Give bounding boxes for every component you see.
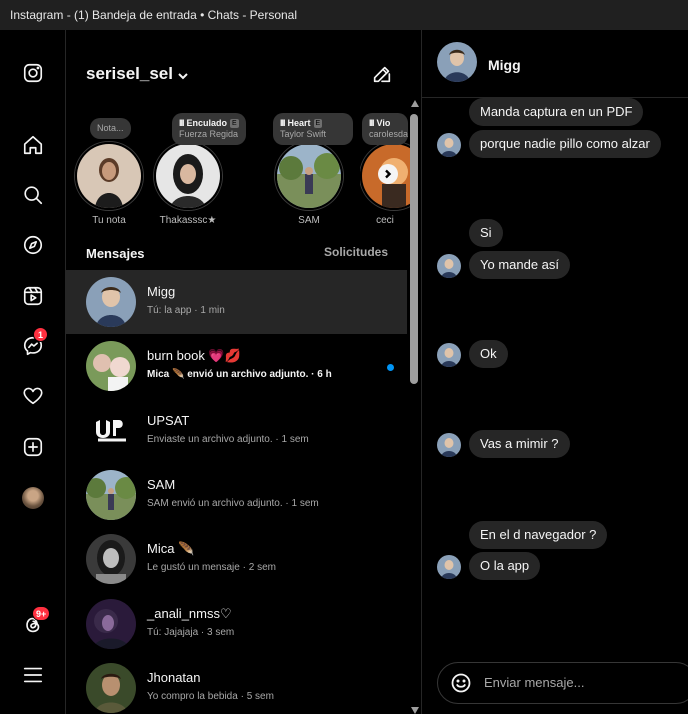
compose-icon	[373, 66, 391, 83]
menu-icon[interactable]	[20, 662, 46, 688]
conversation-preview: SAM envió un archivo adjunto. · 1 sem	[147, 498, 319, 509]
conversation-row[interactable]: burn book 💗💋 Mica 🪶 envió un archivo adj…	[66, 334, 407, 398]
messenger-badge: 1	[33, 327, 48, 342]
note-sam[interactable]: SAM	[274, 142, 344, 226]
window-title: Instagram - (1) Bandeja de entrada • Cha…	[0, 0, 688, 30]
scroll-up-arrow[interactable]	[411, 100, 419, 107]
message-bubble: Si	[469, 219, 503, 247]
message-bubble: O la app	[469, 552, 541, 580]
message-avatar	[437, 343, 461, 367]
note-song-title-2: Heart	[287, 118, 311, 128]
home-icon[interactable]	[20, 132, 46, 158]
message-composer[interactable]: Enviar mensaje...	[437, 662, 688, 704]
messages-heading: Mensajes	[86, 246, 145, 261]
avatar	[86, 663, 136, 713]
threads-badge: 9+	[32, 606, 51, 621]
conversation-name: UPSAT	[147, 413, 190, 428]
note-song-title: Enculado	[186, 118, 228, 128]
emoji-icon[interactable]	[451, 673, 471, 693]
avatar	[86, 406, 136, 456]
conversation-row[interactable]: SAM SAM envió un archivo adjunto. · 1 se…	[66, 463, 407, 527]
message-bubble: porque nadie pillo como alzar	[469, 130, 661, 158]
conversation-row[interactable]: Mica 🪶 Le gustó un mensaje · 2 sem	[66, 527, 407, 591]
heart-icon[interactable]	[20, 383, 46, 409]
avatar	[86, 277, 136, 327]
scroll-down-arrow[interactable]	[411, 707, 419, 714]
conversation-preview: Tú: Jajajaja · 3 sem	[147, 627, 235, 638]
conversation-name: SAM	[147, 477, 176, 492]
avatar	[86, 599, 136, 649]
create-icon[interactable]	[20, 434, 46, 460]
message-avatar	[437, 254, 461, 278]
notes-next-button[interactable]	[378, 164, 398, 184]
message-bubble: Manda captura en un PDF	[469, 98, 644, 126]
note-song-artist-3: carolesda	[369, 129, 408, 139]
note-thakasssc-bubble[interactable]: III Enculado E Fuerza Regida	[172, 113, 246, 145]
conversation-name: Mica 🪶	[147, 541, 195, 556]
note-ceci-name: ceci	[376, 215, 394, 226]
scroll-thumb[interactable]	[410, 114, 418, 384]
messenger-icon[interactable]: 1	[20, 327, 48, 359]
note-ceci[interactable]: ceci	[360, 142, 410, 226]
chat-panel: Migg Manda captura en un PDF porque nadi…	[422, 30, 688, 714]
note-sam-avatar	[275, 142, 343, 210]
conversation-row[interactable]: Jhonatan Yo compro la bebida · 5 sem	[66, 656, 407, 714]
conversation-row[interactable]: Migg Tú: la app · 1 min	[66, 270, 407, 334]
conversation-name: burn book 💗💋	[147, 348, 241, 363]
note-song-title-3: Vio	[376, 118, 391, 128]
conversation-row[interactable]: _anali_nmss♡ Tú: Jajajaja · 3 sem	[66, 592, 407, 656]
threads-icon[interactable]: 9+	[20, 606, 51, 638]
avatar	[86, 341, 136, 391]
note-own-bubble[interactable]: Nota...	[90, 118, 131, 139]
note-sam-name: SAM	[298, 215, 320, 226]
instagram-logo-icon[interactable]	[20, 60, 46, 86]
note-song-artist-2: Taylor Swift	[280, 129, 327, 139]
reels-icon[interactable]	[20, 283, 46, 309]
nav-rail: 1 9+	[0, 30, 66, 714]
note-thakasssc-name: Thakasssc★	[159, 215, 217, 226]
message-avatar	[437, 555, 461, 579]
note-thakasssc[interactable]: Thakasssc★	[153, 142, 223, 226]
message-input[interactable]: Enviar mensaje...	[484, 675, 584, 690]
note-ceci-bubble[interactable]: III Vio carolesda	[362, 113, 408, 145]
list-scrollbar[interactable]	[408, 100, 420, 714]
conversation-preview: Mica 🪶 envió un archivo adjunto. · 6 h	[147, 369, 332, 380]
chevron-right-icon	[385, 169, 392, 179]
note-own-avatar	[75, 142, 143, 210]
chevron-down-icon[interactable]	[177, 69, 189, 81]
message-bubble: En el d navegador ?	[469, 521, 608, 549]
new-message-button[interactable]	[371, 63, 395, 87]
note-own-name: Tu nota	[92, 215, 126, 226]
conversation-preview: Yo compro la bebida · 5 sem	[147, 691, 274, 702]
avatar	[86, 534, 136, 584]
note-own[interactable]: Tu nota	[74, 142, 144, 226]
unread-indicator	[387, 364, 394, 371]
note-song-artist: Fuerza Regida	[179, 129, 239, 139]
conversation-preview: Enviaste un archivo adjunto. · 1 sem	[147, 434, 309, 445]
inbox-panel: serisel_sel Tu nota Nota... Thakasssc★ I…	[66, 30, 422, 714]
contact-name[interactable]: Migg	[488, 57, 521, 73]
conversation-preview: Le gustó un mensaje · 2 sem	[147, 562, 276, 573]
note-sam-bubble[interactable]: III Heart E Taylor Swift	[273, 113, 353, 145]
conversation-row[interactable]: UPSAT Enviaste un archivo adjunto. · 1 s…	[66, 399, 407, 463]
requests-link[interactable]: Solicitudes	[324, 245, 388, 259]
contact-avatar[interactable]	[437, 42, 477, 82]
conversation-name: Jhonatan	[147, 670, 201, 685]
conversation-name: _anali_nmss♡	[147, 606, 232, 621]
account-switcher[interactable]: serisel_sel	[86, 64, 173, 84]
message-bubble: Vas a mimir ?	[469, 430, 570, 458]
avatar	[86, 470, 136, 520]
message-bubble: Ok	[469, 340, 508, 368]
chat-header: Migg	[422, 30, 688, 98]
explore-icon[interactable]	[20, 232, 46, 258]
message-bubble: Yo mande así	[469, 251, 571, 279]
note-thakasssc-avatar	[154, 142, 222, 210]
conversation-name: Migg	[147, 284, 176, 299]
message-avatar	[437, 433, 461, 457]
search-icon[interactable]	[20, 182, 46, 208]
conversation-preview: Tú: la app · 1 min	[147, 305, 225, 316]
message-avatar	[437, 133, 461, 157]
profile-avatar[interactable]	[20, 485, 46, 511]
